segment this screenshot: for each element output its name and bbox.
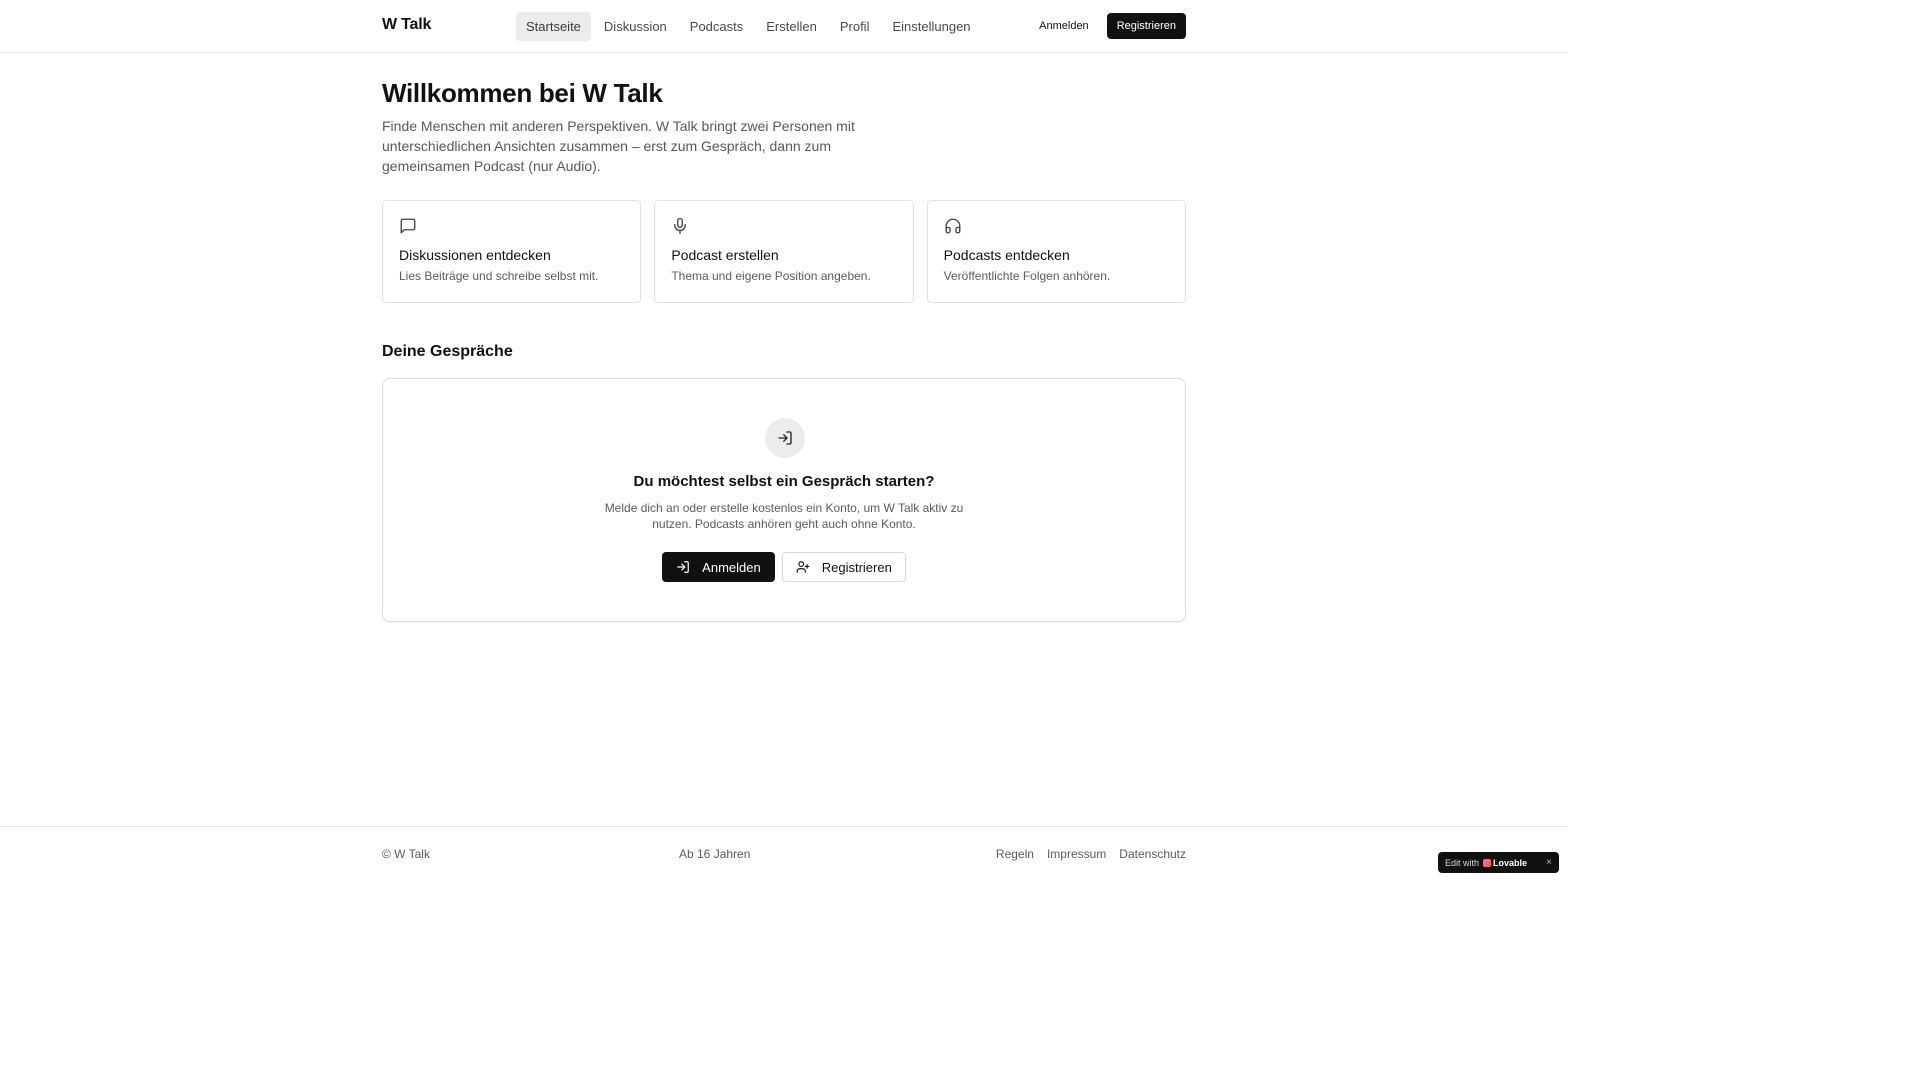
card-podcasts-entdecken[interactable]: Podcasts entdecken Veröffentlichte Folge… (926, 200, 1186, 303)
page-subtitle: Finde Menschen mit anderen Perspektiven.… (382, 118, 855, 174)
login-button[interactable]: Anmelden (662, 552, 775, 582)
close-icon[interactable]: × (1546, 857, 1552, 868)
card-desc: Thema und eigene Position angeben. (671, 269, 871, 283)
footer: © W Talk Ab 16 Jahren Regeln Impressum D… (0, 826, 1568, 882)
footer-link-impressum[interactable]: Impressum (1047, 847, 1106, 861)
nav-item-einstellungen[interactable]: Einstellungen (882, 12, 980, 41)
section-title: Deine Gespräche (382, 343, 513, 360)
footer-age-note: Ab 16 Jahren (679, 847, 751, 861)
lovable-brand: Lovable (1493, 857, 1528, 868)
header-login-button[interactable]: Anmelden (1029, 13, 1099, 39)
conversations-empty-state: Du möchtest selbst ein Gespräch starten?… (382, 378, 1186, 622)
nav-item-startseite[interactable]: Startseite (516, 12, 591, 41)
nav-item-profil[interactable]: Profil (830, 12, 880, 41)
footer-link-regeln[interactable]: Regeln (996, 847, 1034, 861)
headphones-icon (944, 217, 962, 235)
feature-cards: Diskussionen entdecken Lies Beiträge und… (382, 200, 1186, 303)
footer-link-datenschutz[interactable]: Datenschutz (1119, 847, 1186, 861)
log-in-icon (677, 561, 690, 573)
lovable-logo: Lovable (1483, 858, 1527, 868)
page-title: Willkommen bei W Talk (382, 78, 663, 108)
card-title: Podcast erstellen (671, 247, 779, 263)
empty-state-description: Melde dich an oder erstelle kostenlos ei… (604, 501, 964, 531)
footer-links: Regeln Impressum Datenschutz (996, 847, 1186, 861)
card-desc: Lies Beiträge und schreibe selbst mit. (399, 269, 599, 283)
microphone-icon (671, 217, 689, 235)
card-diskussionen[interactable]: Diskussionen entdecken Lies Beiträge und… (382, 200, 642, 303)
top-navbar: W Talk Startseite Diskussion Podcasts Er… (0, 0, 1568, 53)
header-register-button[interactable]: Registrieren (1106, 13, 1186, 39)
register-button[interactable]: Registrieren (781, 552, 906, 582)
empty-state-actions: Anmelden Registrieren (383, 552, 1185, 582)
nav-item-podcasts[interactable]: Podcasts (680, 12, 753, 41)
card-desc: Veröffentlichte Folgen anhören. (943, 269, 1111, 283)
empty-state-title: Du möchtest selbst ein Gespräch starten? (633, 473, 935, 490)
header-actions: Anmelden Registrieren (1029, 13, 1186, 39)
nav-item-erstellen[interactable]: Erstellen (756, 12, 827, 41)
card-podcast-erstellen[interactable]: Podcast erstellen Thema und eigene Posit… (654, 200, 914, 303)
login-button-label: Anmelden (702, 559, 761, 575)
message-square-icon (399, 217, 417, 235)
lovable-badge-text: Edit with (1445, 857, 1480, 868)
lovable-badge[interactable]: Edit with Lovable × (1438, 852, 1559, 873)
brand-logo[interactable]: W Talk (382, 16, 431, 34)
register-button-label: Registrieren (821, 559, 892, 575)
user-plus-icon (796, 561, 810, 573)
card-title: Podcasts entdecken (943, 247, 1070, 263)
card-title: Diskussionen entdecken (399, 247, 551, 263)
footer-copyright: © W Talk (382, 847, 430, 861)
nav-item-diskussion[interactable]: Diskussion (594, 12, 677, 41)
lovable-heart-icon (1483, 858, 1492, 867)
main-nav: Startseite Diskussion Podcasts Erstellen… (516, 12, 981, 41)
log-in-icon (765, 418, 805, 458)
